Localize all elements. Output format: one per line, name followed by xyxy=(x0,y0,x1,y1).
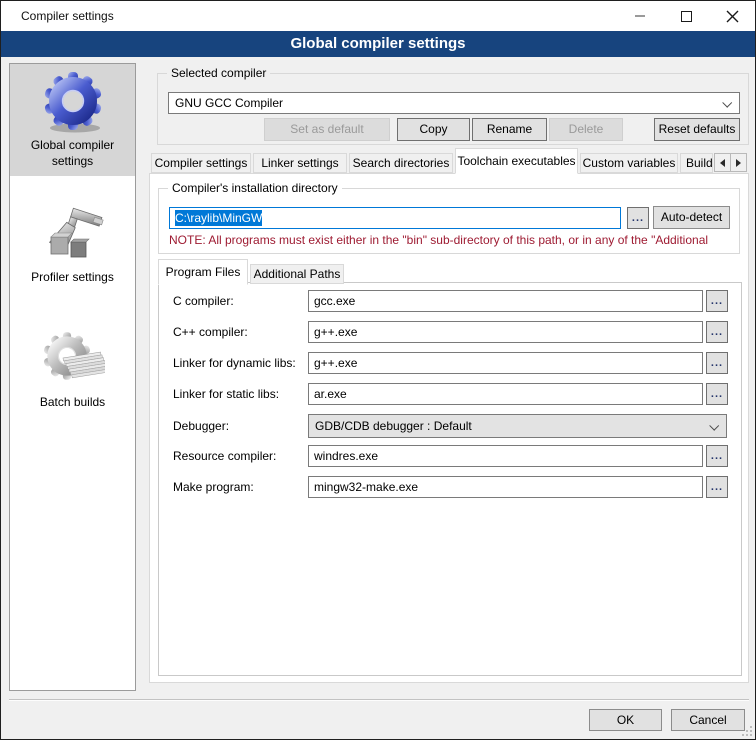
chevron-down-icon xyxy=(722,98,732,108)
program-files-page: C compiler: ... C++ compiler: ... Linker… xyxy=(158,282,742,676)
make-program-browse-button[interactable]: ... xyxy=(706,476,728,498)
window-title: Compiler settings xyxy=(21,9,114,23)
c-compiler-browse-button[interactable]: ... xyxy=(706,290,728,312)
sidebar-item-label: Global compiler settings xyxy=(12,138,133,169)
footer-separator xyxy=(9,699,749,701)
program-files-tabstrip: Program Files Additional Paths xyxy=(150,262,750,284)
linker-static-input[interactable] xyxy=(308,383,703,405)
cpp-compiler-input[interactable] xyxy=(308,321,703,343)
ok-button[interactable]: OK xyxy=(589,709,662,731)
cpp-compiler-label: C++ compiler: xyxy=(173,325,248,339)
settings-category-list: Global compiler settings xyxy=(9,63,136,691)
compiler-select-value: GNU GCC Compiler xyxy=(175,96,283,110)
bin-subdirectory-note: NOTE: All programs must exist either in … xyxy=(169,233,735,247)
tab-search-directories[interactable]: Search directories xyxy=(349,153,453,173)
debugger-label: Debugger: xyxy=(173,419,229,433)
make-program-label: Make program: xyxy=(173,480,254,494)
installation-directory-input[interactable]: C:\raylib\MinGW xyxy=(169,207,621,229)
tab-build-options[interactable]: Build xyxy=(680,153,713,173)
sidebar-item-label: Batch builds xyxy=(12,395,133,411)
resource-compiler-label: Resource compiler: xyxy=(173,449,276,463)
set-as-default-button[interactable]: Set as default xyxy=(264,118,390,141)
sidebar-item-global-compiler-settings[interactable]: Global compiler settings xyxy=(10,64,135,176)
titlebar[interactable]: Compiler settings xyxy=(1,1,755,31)
compiler-select[interactable]: GNU GCC Compiler xyxy=(168,92,740,114)
window-controls xyxy=(617,1,755,31)
linker-dynamic-label: Linker for dynamic libs: xyxy=(173,356,296,370)
tab-program-files[interactable]: Program Files xyxy=(158,259,248,285)
resource-compiler-input[interactable] xyxy=(308,445,703,467)
close-icon xyxy=(726,10,739,23)
caliper-icon xyxy=(41,203,105,267)
tab-toolchain-executables[interactable]: Toolchain executables xyxy=(455,148,578,174)
close-button[interactable] xyxy=(709,1,755,31)
auto-detect-button[interactable]: Auto-detect xyxy=(653,206,730,229)
linker-static-label: Linker for static libs: xyxy=(173,387,279,401)
sidebar-item-label: Profiler settings xyxy=(12,270,133,286)
tab-compiler-settings[interactable]: Compiler settings xyxy=(151,153,251,173)
tab-additional-paths[interactable]: Additional Paths xyxy=(250,264,344,284)
dialog-banner: Global compiler settings xyxy=(1,31,755,57)
make-program-input[interactable] xyxy=(308,476,703,498)
arrow-left-icon xyxy=(720,159,725,167)
tab-linker-settings[interactable]: Linker settings xyxy=(253,153,347,173)
selected-path-text: C:\raylib\MinGW xyxy=(175,210,262,226)
delete-button[interactable]: Delete xyxy=(549,118,623,141)
main-panel: Selected compiler GNU GCC Compiler Set a… xyxy=(149,63,749,691)
blue-gear-icon xyxy=(41,71,105,135)
minimize-icon xyxy=(635,15,645,17)
sidebar-item-batch-builds[interactable]: Batch builds xyxy=(10,321,135,418)
tab-custom-variables[interactable]: Custom variables xyxy=(580,153,678,173)
debugger-select-value: GDB/CDB debugger : Default xyxy=(315,419,472,433)
cpp-compiler-browse-button[interactable]: ... xyxy=(706,321,728,343)
cancel-button[interactable]: Cancel xyxy=(671,709,745,731)
c-compiler-input[interactable] xyxy=(308,290,703,312)
gray-gear-stack-icon xyxy=(41,328,105,392)
reset-defaults-button[interactable]: Reset defaults xyxy=(654,118,740,141)
debugger-select[interactable]: GDB/CDB debugger : Default xyxy=(308,414,727,438)
compiler-settings-dialog: Compiler settings Global compiler settin… xyxy=(0,0,756,740)
selected-compiler-group: Selected compiler GNU GCC Compiler Set a… xyxy=(157,73,749,145)
arrow-right-icon xyxy=(736,159,741,167)
installation-directory-group: Compiler's installation directory C:\ray… xyxy=(158,188,740,254)
rename-button[interactable]: Rename xyxy=(472,118,547,141)
linker-dynamic-input[interactable] xyxy=(308,352,703,374)
maximize-icon xyxy=(681,11,692,22)
sidebar-item-profiler-settings[interactable]: Profiler settings xyxy=(10,196,135,293)
resource-compiler-browse-button[interactable]: ... xyxy=(706,445,728,467)
copy-button[interactable]: Copy xyxy=(397,118,470,141)
group-legend: Compiler's installation directory xyxy=(168,181,342,195)
toolchain-executables-page: Compiler's installation directory C:\ray… xyxy=(149,173,749,683)
maximize-button[interactable] xyxy=(663,1,709,31)
tab-scroll-right-button[interactable] xyxy=(730,153,747,172)
browse-directory-button[interactable]: ... xyxy=(627,207,649,229)
c-compiler-label: C compiler: xyxy=(173,294,234,308)
linker-dynamic-browse-button[interactable]: ... xyxy=(706,352,728,374)
chevron-down-icon xyxy=(709,421,719,431)
group-legend: Selected compiler xyxy=(167,66,270,80)
settings-tabstrip: Compiler settings Linker settings Search… xyxy=(149,151,749,173)
resize-grip[interactable] xyxy=(741,725,753,737)
minimize-button[interactable] xyxy=(617,1,663,31)
linker-static-browse-button[interactable]: ... xyxy=(706,383,728,405)
tab-scroll-left-button[interactable] xyxy=(714,153,731,172)
